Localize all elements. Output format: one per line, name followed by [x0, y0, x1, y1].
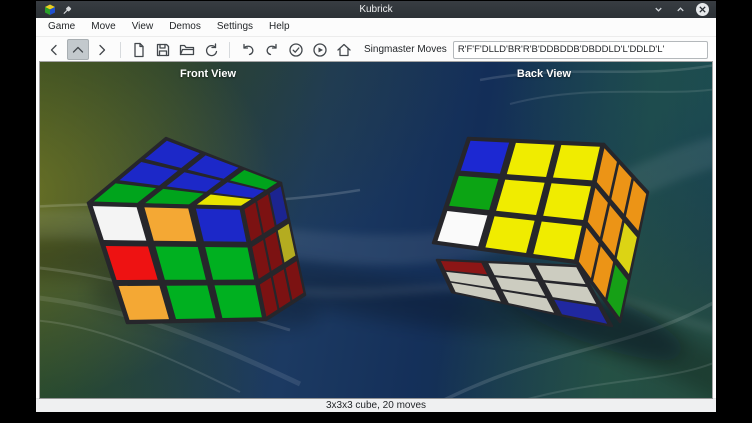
toolbar: Singmaster Moves	[36, 37, 716, 62]
menu-help[interactable]: Help	[261, 18, 298, 36]
maximize-button[interactable]	[674, 3, 687, 16]
undo-button[interactable]	[237, 39, 259, 60]
close-icon	[698, 5, 707, 14]
game-view[interactable]: Front View Back View	[40, 62, 712, 398]
menu-settings[interactable]: Settings	[209, 18, 261, 36]
cube-scene	[40, 62, 712, 398]
kubrick-app-icon	[44, 4, 56, 16]
maximize-icon	[678, 8, 684, 11]
window-title: Kubrick	[36, 4, 716, 15]
close-button[interactable]	[696, 3, 709, 16]
status-text: 3x3x3 cube, 20 moves	[326, 400, 426, 411]
front-view-cube[interactable]	[88, 138, 305, 323]
new-document-icon	[131, 42, 147, 58]
home-icon	[336, 42, 352, 58]
menu-view[interactable]: View	[124, 18, 162, 36]
restart-button[interactable]	[200, 39, 222, 60]
view-left-button[interactable]	[43, 39, 65, 60]
new-game-button[interactable]	[128, 39, 150, 60]
chevron-left-icon	[46, 42, 62, 58]
pin-icon[interactable]	[62, 4, 73, 15]
singmaster-input[interactable]	[453, 41, 708, 59]
home-button[interactable]	[333, 39, 355, 60]
toolbar-separator	[229, 42, 230, 58]
back-view-label: Back View	[376, 68, 712, 80]
chevron-right-icon	[94, 42, 110, 58]
minimize-icon	[656, 8, 662, 11]
kubrick-window: Kubrick Game Move View Demos Settings He…	[36, 1, 716, 412]
minimize-button[interactable]	[652, 3, 665, 16]
singmaster-label: Singmaster Moves	[364, 44, 447, 55]
open-folder-icon	[179, 42, 195, 58]
front-view-label: Front View	[40, 68, 376, 80]
undo-icon	[240, 42, 256, 58]
solve-button[interactable]	[285, 39, 307, 60]
save-icon	[155, 42, 171, 58]
toolbar-separator	[120, 42, 121, 58]
menubar: Game Move View Demos Settings Help	[36, 18, 716, 37]
play-circle-icon	[312, 42, 328, 58]
check-circle-icon	[288, 42, 304, 58]
chevron-up-icon	[70, 42, 86, 58]
central-widget: Front View Back View	[36, 62, 716, 398]
restart-icon	[203, 42, 219, 58]
redo-icon	[264, 42, 280, 58]
redo-button[interactable]	[261, 39, 283, 60]
menu-demos[interactable]: Demos	[161, 18, 209, 36]
view-up-button[interactable]	[67, 39, 89, 60]
demo-button[interactable]	[309, 39, 331, 60]
statusbar: 3x3x3 cube, 20 moves	[36, 398, 716, 412]
view-right-button[interactable]	[91, 39, 113, 60]
save-button[interactable]	[152, 39, 174, 60]
open-button[interactable]	[176, 39, 198, 60]
titlebar[interactable]: Kubrick	[36, 1, 716, 18]
menu-game[interactable]: Game	[40, 18, 83, 36]
menu-move[interactable]: Move	[83, 18, 123, 36]
